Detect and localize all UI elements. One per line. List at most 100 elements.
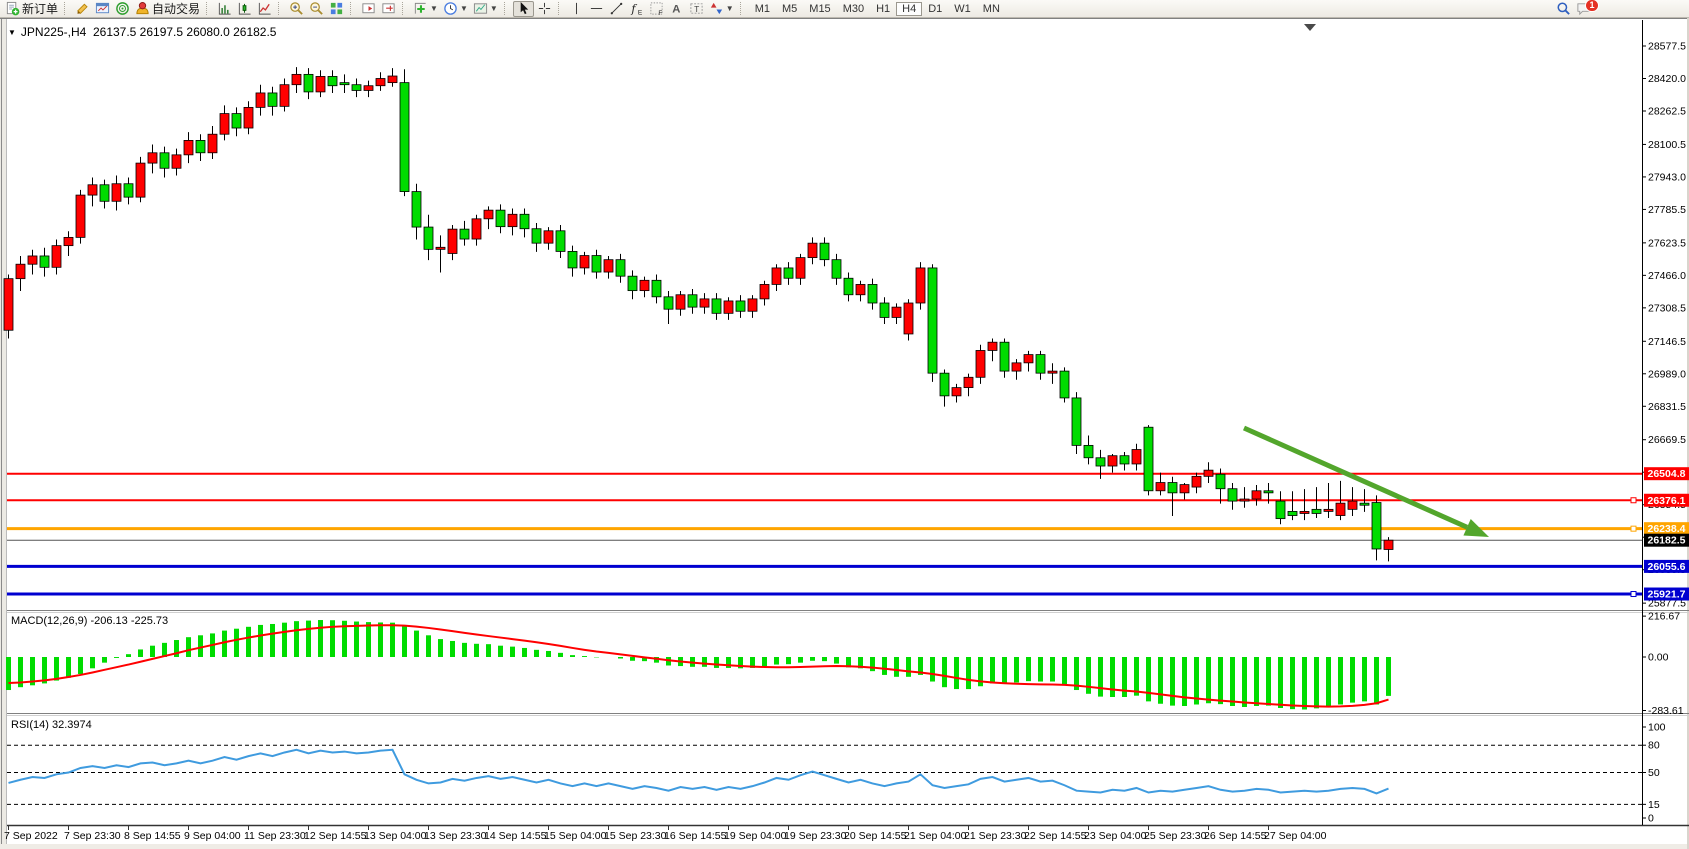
svg-text:15 Sep 23:30: 15 Sep 23:30 (604, 830, 667, 842)
cursor-tool-button[interactable] (513, 1, 534, 17)
autotrading-button[interactable]: 自动交易 (133, 1, 202, 17)
trendline-tool-button[interactable] (607, 1, 626, 17)
svg-text:A: A (672, 4, 680, 16)
cursor-icon (516, 1, 531, 16)
equidistant-channel-icon: fE (629, 1, 644, 16)
svg-text:26669.5: 26669.5 (1648, 434, 1686, 446)
notifications-button[interactable]: 1 (1574, 1, 1593, 17)
toolbar-grip (64, 2, 69, 15)
svg-text:28420.0: 28420.0 (1648, 73, 1686, 85)
line-chart-button[interactable] (255, 1, 274, 17)
auto-scroll-button[interactable] (359, 1, 378, 17)
svg-text:15 Sep 04:00: 15 Sep 04:00 (544, 830, 607, 842)
svg-text:19 Sep 04:00: 19 Sep 04:00 (724, 830, 787, 842)
text-label-tool-button[interactable]: T (687, 1, 706, 17)
crosshair-icon (537, 1, 552, 16)
svg-text:0.00: 0.00 (1648, 652, 1669, 664)
equidistant-channel-tool-button[interactable]: fE (627, 1, 646, 17)
vertical-line-tool-button[interactable] (567, 1, 586, 17)
svg-text:26 Sep 14:55: 26 Sep 14:55 (1204, 830, 1267, 842)
tile-windows-button[interactable] (327, 1, 346, 17)
svg-text:27623.5: 27623.5 (1648, 237, 1686, 249)
candlestick-chart-button[interactable] (235, 1, 254, 17)
new-order-label: 新订单 (22, 0, 58, 17)
chart-canvas[interactable]: 28577.528420.028262.528100.527943.027785… (0, 18, 1689, 849)
horizontal-level-lines[interactable] (7, 474, 1642, 597)
arrows-tool-button[interactable]: ▼ (707, 1, 736, 17)
toolbar-grip (740, 2, 745, 15)
tile-windows-icon (329, 1, 344, 16)
svg-text:50: 50 (1648, 767, 1660, 779)
time-axis[interactable]: 7 Sep 20227 Sep 23:308 Sep 14:559 Sep 04… (4, 825, 1327, 842)
bar-chart-button[interactable] (215, 1, 234, 17)
horizontal-line-tool-button[interactable] (587, 1, 606, 17)
crosshair-tool-button[interactable] (535, 1, 554, 17)
svg-text:12 Sep 14:55: 12 Sep 14:55 (304, 830, 367, 842)
svg-text:f: f (630, 2, 637, 15)
svg-text:28262.5: 28262.5 (1648, 105, 1686, 117)
toolbar-grip (350, 2, 355, 15)
svg-text:0: 0 (1648, 813, 1654, 825)
add-indicator-icon (413, 1, 428, 16)
chart-shift-button[interactable] (379, 1, 398, 17)
svg-text:7 Sep 2022: 7 Sep 2022 (4, 830, 58, 842)
dropdown-caret-icon: ▼ (726, 5, 734, 13)
text-label-icon: T (689, 1, 704, 16)
horizontal-line-icon (589, 1, 604, 16)
new-chart-button[interactable] (73, 1, 92, 17)
new-chart-icon (75, 1, 90, 16)
zoom-in-button[interactable] (287, 1, 306, 17)
text-tool-button[interactable]: A (667, 1, 686, 17)
svg-text:22 Sep 14:55: 22 Sep 14:55 (1024, 830, 1087, 842)
main-toolbar: 新订单 自动交易 ▼ ▼ (0, 0, 1689, 18)
dropdown-caret-icon: ▼ (490, 5, 498, 13)
templates-button[interactable]: ▼ (471, 1, 500, 17)
svg-text:27308.5: 27308.5 (1648, 302, 1686, 314)
vertical-line-icon (569, 1, 584, 16)
chart-window[interactable]: 28577.528420.028262.528100.527943.027785… (0, 18, 1689, 849)
navigator-button[interactable] (113, 1, 132, 17)
svg-text:27785.5: 27785.5 (1648, 204, 1686, 216)
navigator-icon (115, 1, 130, 16)
market-watch-button[interactable] (93, 1, 112, 17)
timeframe-m1[interactable]: M1 (749, 2, 776, 16)
timeframe-mn[interactable]: MN (977, 2, 1006, 16)
timeframe-m30[interactable]: M30 (837, 2, 870, 16)
notification-badge: 1 (1585, 0, 1599, 12)
svg-text:21 Sep 04:00: 21 Sep 04:00 (904, 830, 967, 842)
svg-text:9 Sep 04:00: 9 Sep 04:00 (184, 830, 241, 842)
zoom-out-button[interactable] (307, 1, 326, 17)
svg-text:216.67: 216.67 (1648, 611, 1680, 623)
add-indicator-button[interactable]: ▼ (411, 1, 440, 17)
candlestick-chart-icon (237, 1, 252, 16)
search-button[interactable] (1554, 1, 1573, 17)
chart-title: ▼JPN225-,H4 26137.5 26197.5 26080.0 2618… (8, 25, 276, 39)
price-tags: 26504.826376.126238.426055.625921.726182… (1644, 467, 1689, 600)
toolbar-grip (504, 2, 509, 15)
svg-text:14 Sep 14:55: 14 Sep 14:55 (484, 830, 547, 842)
timeframe-m15[interactable]: M15 (803, 2, 836, 16)
chart-shift-marker (1304, 24, 1316, 31)
toolbar-grip (278, 2, 283, 15)
svg-text:26989.0: 26989.0 (1648, 368, 1686, 380)
timeframe-m5[interactable]: M5 (776, 2, 803, 16)
timeframe-d1[interactable]: D1 (922, 2, 948, 16)
svg-text:28100.5: 28100.5 (1648, 139, 1686, 151)
timeframe-w1[interactable]: W1 (948, 2, 977, 16)
autotrading-icon (135, 1, 150, 16)
timeframe-h4[interactable]: H4 (896, 2, 922, 16)
svg-text:26055.6: 26055.6 (1648, 561, 1686, 573)
svg-text:8 Sep 14:55: 8 Sep 14:55 (124, 830, 181, 842)
timeframe-h1[interactable]: H1 (870, 2, 896, 16)
rsi-indicator-label: RSI(14) 32.3974 (11, 719, 92, 731)
chevron-down-icon[interactable]: ▼ (8, 28, 16, 37)
svg-text:27146.5: 27146.5 (1648, 336, 1686, 348)
svg-text:23 Sep 04:00: 23 Sep 04:00 (1084, 830, 1147, 842)
line-chart-icon (257, 1, 272, 16)
svg-text:100: 100 (1648, 722, 1666, 734)
timeframe-bar: M1M5M15M30H1H4D1W1MN (749, 2, 1006, 16)
new-order-button[interactable]: 新订单 (3, 1, 60, 17)
fibonacci-tool-button[interactable]: F (647, 1, 666, 17)
periods-button[interactable]: ▼ (441, 1, 470, 17)
svg-text:80: 80 (1648, 740, 1660, 752)
